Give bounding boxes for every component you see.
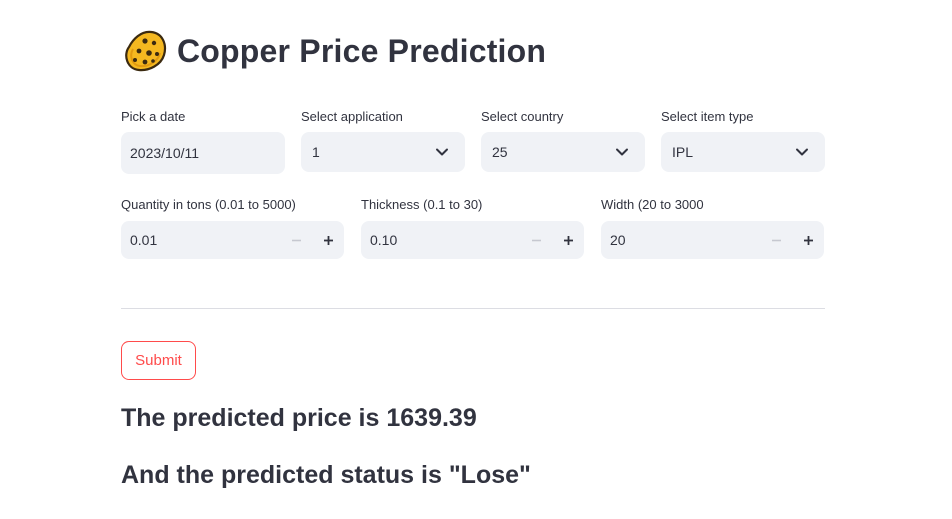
plus-icon <box>323 235 333 245</box>
sponge-icon <box>125 30 167 72</box>
minus-icon <box>771 239 781 241</box>
width-decrement-button[interactable] <box>760 221 792 259</box>
thickness-label: Thickness (0.1 to 30) <box>361 197 483 212</box>
country-select-value: 25 <box>492 144 508 160</box>
application-select[interactable]: 1 <box>301 132 465 172</box>
thickness-decrement-button[interactable] <box>520 221 552 259</box>
date-input-value: 2023/10/11 <box>130 145 200 161</box>
width-increment-button[interactable] <box>792 221 824 259</box>
minus-icon <box>291 239 301 241</box>
quantity-decrement-button[interactable] <box>280 221 312 259</box>
chevron-down-icon <box>436 148 448 156</box>
application-select-value: 1 <box>312 144 320 160</box>
item-type-label: Select item type <box>661 109 754 124</box>
page-title: Copper Price Prediction <box>121 28 546 74</box>
country-select[interactable]: 25 <box>481 132 645 172</box>
width-input[interactable]: 20 <box>601 232 760 248</box>
width-label: Width (20 to 3000 <box>601 197 704 212</box>
thickness-input[interactable]: 0.10 <box>361 232 520 248</box>
country-label: Select country <box>481 109 564 124</box>
submit-button[interactable]: Submit <box>121 341 196 380</box>
page-title-text: Copper Price Prediction <box>177 32 547 69</box>
date-input[interactable]: 2023/10/11 <box>121 132 285 174</box>
width-stepper: 20 <box>601 221 824 259</box>
thickness-stepper: 0.10 <box>361 221 584 259</box>
predicted-status-text: And the predicted status is "Lose" <box>121 461 531 489</box>
thickness-increment-button[interactable] <box>552 221 584 259</box>
app-page: Copper Price Prediction Pick a date 2023… <box>0 0 952 519</box>
item-type-select[interactable]: IPL <box>661 132 825 172</box>
predicted-price-text: The predicted price is 1639.39 <box>121 404 477 432</box>
quantity-stepper: 0.01 <box>121 221 344 259</box>
divider <box>121 308 825 309</box>
quantity-label: Quantity in tons (0.01 to 5000) <box>121 197 296 212</box>
item-type-select-value: IPL <box>672 144 694 160</box>
quantity-increment-button[interactable] <box>312 221 344 259</box>
plus-icon <box>563 235 573 245</box>
application-label: Select application <box>301 109 403 124</box>
chevron-down-icon <box>616 148 628 156</box>
minus-icon <box>531 239 541 241</box>
quantity-input[interactable]: 0.01 <box>121 232 280 248</box>
chevron-down-icon <box>796 148 808 156</box>
date-label: Pick a date <box>121 109 186 124</box>
plus-icon <box>803 235 813 245</box>
